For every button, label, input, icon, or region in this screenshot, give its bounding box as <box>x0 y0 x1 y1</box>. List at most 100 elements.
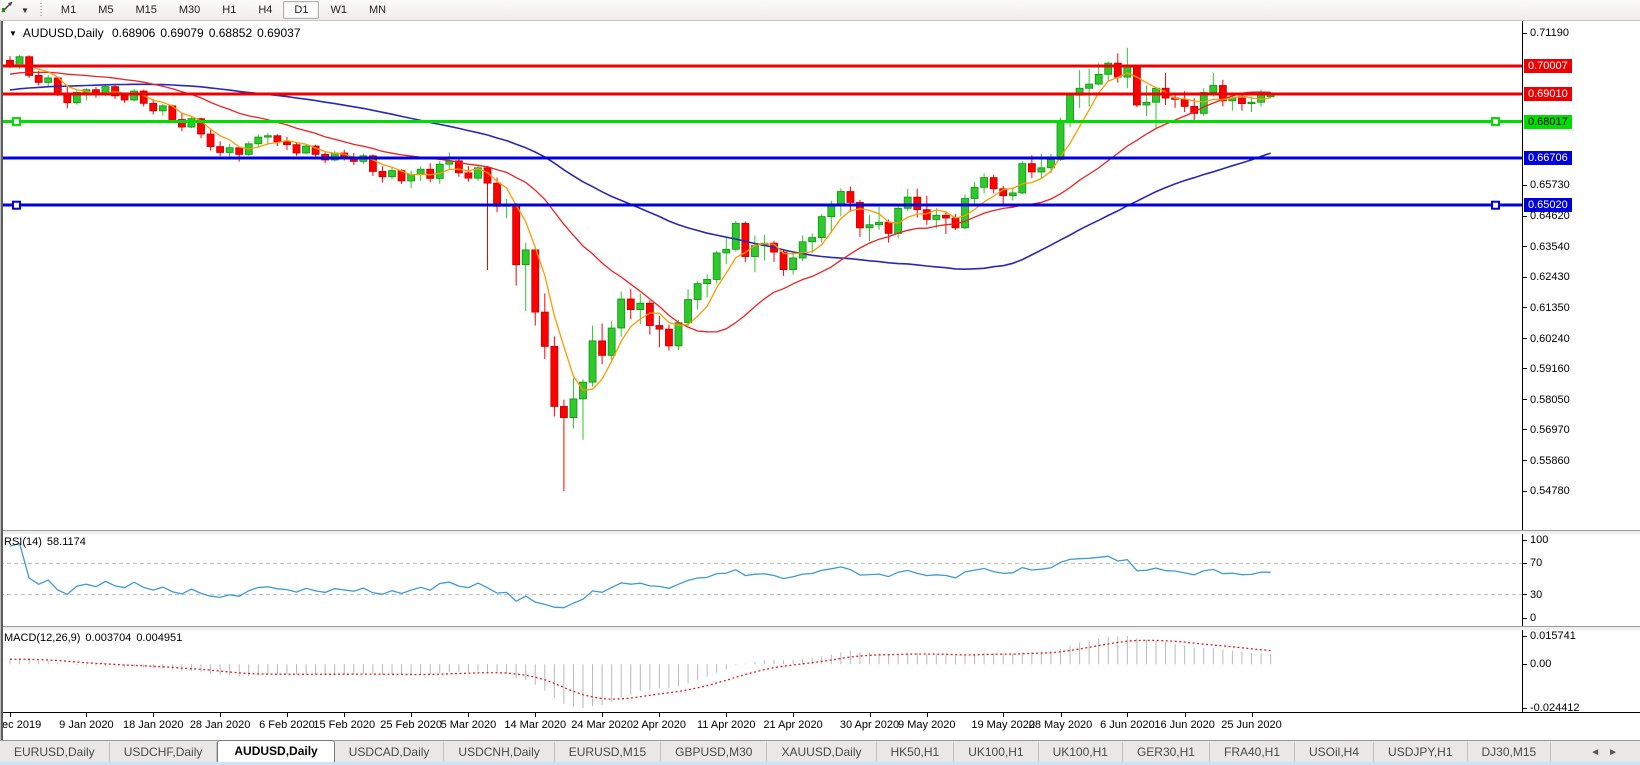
chart-tab-fra40-h1[interactable]: FRA40,H1 <box>1210 742 1296 763</box>
price-axis-tick <box>1523 399 1527 401</box>
chart-tab-dj30-m15[interactable]: DJ30,M15 <box>1468 742 1552 763</box>
price-axis-tick <box>1523 338 1527 340</box>
chart-tab-hk50-h1[interactable]: HK50,H1 <box>877 742 955 763</box>
price-axis-tick <box>1523 276 1527 278</box>
chart-cursor-icon[interactable] <box>1 1 19 17</box>
date-label: 2 Apr 2020 <box>632 719 686 731</box>
rsi-canvas[interactable] <box>0 534 1522 626</box>
date-tick <box>344 713 346 717</box>
price-tag: 0.66706 <box>1524 151 1572 166</box>
price-axis-label: 0.63540 <box>1530 240 1570 253</box>
macd-value-main: 0.003704 <box>85 632 132 644</box>
chart-tab-eurusd-m15[interactable]: EURUSD,M15 <box>555 742 662 763</box>
price-axis-tick <box>1523 429 1527 431</box>
price-axis-label: 0.54780 <box>1530 485 1570 497</box>
chart-tab-xauusd-daily[interactable]: XAUUSD,Daily <box>767 742 877 763</box>
timeframe-button-m5[interactable]: M5 <box>87 1 124 19</box>
chart-tab-eurusd-daily[interactable]: EURUSD,Daily <box>0 742 110 763</box>
price-axis-tick <box>1523 246 1527 247</box>
chart-tab-gbpusd-m30[interactable]: GBPUSD,M30 <box>661 742 768 763</box>
date-label: 25 Feb 2020 <box>380 719 442 731</box>
date-tick <box>1184 713 1186 717</box>
price-axis-tick <box>1523 368 1527 370</box>
date-tick <box>411 713 413 717</box>
rsi-value: 58.1174 <box>46 536 86 548</box>
chart-tab-usoil-h4[interactable]: USOil,H4 <box>1295 742 1375 763</box>
chart-tab-bar: EURUSD,Daily USDCHF,Daily AUDUSD,Daily USDC… <box>0 740 1640 763</box>
chart-tab-audusd-daily[interactable]: AUDUSD,Daily <box>217 740 335 763</box>
timeframe-button-d1[interactable]: D1 <box>283 1 320 19</box>
timeframe-button-w1[interactable]: W1 <box>319 1 358 19</box>
date-tick <box>1127 713 1129 717</box>
macd-axis-label: 0.015741 <box>1530 630 1576 642</box>
macd-value-signal: 0.004951 <box>136 632 183 644</box>
chart-tab-ger30-h1[interactable]: GER30,H1 <box>1123 742 1210 763</box>
price-axis-label: 0.60240 <box>1530 332 1570 345</box>
chart-tab-uk100-h1[interactable]: UK100,H1 <box>954 742 1039 763</box>
horizontal-lines-layer <box>0 64 1522 210</box>
moving-average <box>9 83 1271 271</box>
timeframe-button-h1[interactable]: H1 <box>211 1 247 19</box>
date-label: 9 Jan 2020 <box>59 719 114 731</box>
date-label: 21 Apr 2020 <box>763 719 823 731</box>
price-axis-label: 0.65730 <box>1530 179 1570 192</box>
date-tick <box>535 713 537 717</box>
timeframe-button-m30[interactable]: M30 <box>168 1 211 19</box>
tabs: EURUSD,Daily USDCHF,Daily AUDUSD,Daily USDC… <box>0 740 1552 763</box>
date-axis[interactable]: 31 Dec 2019 9 Jan 2020 18 Jan 2020 28 Jan 2… <box>0 712 1640 741</box>
chart-tab-usdcad-daily[interactable]: USDCAD,Daily <box>335 742 445 763</box>
price-chart-canvas[interactable] <box>0 21 1522 530</box>
date-label: 6 Feb 2020 <box>259 719 315 731</box>
date-label: 16 Jun 2020 <box>1154 719 1215 731</box>
chart-tab-uk100-h1[interactable]: UK100,H1 <box>1039 742 1123 763</box>
price-axis-tick <box>1523 490 1527 492</box>
rsi-axis-label: 70 <box>1530 557 1543 570</box>
toolbar-grip <box>38 3 44 17</box>
timeframe-button-m15[interactable]: M15 <box>124 1 167 19</box>
collapse-triangle-icon[interactable]: ▼ <box>9 29 17 38</box>
moving-average <box>9 63 1271 391</box>
date-label: 5 Mar 2020 <box>440 719 497 731</box>
chart-tab-usdcnh-daily[interactable]: USDCNH,Daily <box>444 742 555 763</box>
price-axis-tick <box>1523 184 1527 186</box>
window-left-border <box>0 21 3 740</box>
tab-scroll-left-icon[interactable]: ◄ <box>1590 747 1608 758</box>
date-label: 6 Jun 2020 <box>1100 719 1155 731</box>
chart-tab-usdchf-daily[interactable]: USDCHF,Daily <box>110 742 218 763</box>
price-axis-label: 0.62430 <box>1530 271 1570 284</box>
chart-tab-usdjpy-h1[interactable]: USDJPY,H1 <box>1374 742 1468 763</box>
rsi-axis-tick <box>1523 539 1527 541</box>
tab-scroll-right-icon[interactable]: ► <box>1608 747 1626 758</box>
chevron-down-icon[interactable]: ▼ <box>21 6 29 15</box>
date-label: 30 Apr 2020 <box>839 719 900 731</box>
date-label: 24 Mar 2020 <box>571 719 633 731</box>
date-tick <box>869 713 871 717</box>
date-tick <box>1003 713 1005 717</box>
date-tick <box>286 713 288 717</box>
top-toolbar: ▼ M1 M5 M15 M30 H1 H4 D1 W1 MN <box>0 0 1640 21</box>
date-tick <box>726 713 728 717</box>
timeframe-button-m1[interactable]: M1 <box>50 1 87 19</box>
moving-average <box>9 71 1271 333</box>
macd-axis-tick <box>1523 707 1527 709</box>
date-tick <box>793 713 795 717</box>
macd-axis-tick <box>1523 635 1527 637</box>
price-tag: 0.69010 <box>1524 86 1572 101</box>
rsi-label: RSI(14) <box>4 536 42 548</box>
rsi-line <box>9 542 1271 609</box>
price-axis[interactable]: 0.71190 0.65730 0.64620 0.63540 0.62430 0.613… <box>1522 21 1640 530</box>
price-axis-label: 0.55860 <box>1530 454 1570 467</box>
date-tick <box>926 713 928 717</box>
timeframe-button-mn[interactable]: MN <box>358 1 397 19</box>
ohlc-low: 0.68852 <box>208 26 253 40</box>
date-tick <box>602 713 604 717</box>
rsi-axis-tick <box>1523 562 1527 564</box>
price-axis-tick <box>1523 460 1527 462</box>
ohlc-high: 0.69079 <box>160 26 204 40</box>
macd-canvas[interactable] <box>0 630 1522 712</box>
price-axis-label: 0.59160 <box>1530 362 1570 375</box>
date-label: 14 Mar 2020 <box>504 719 567 731</box>
date-tick <box>10 713 11 717</box>
macd-axis-label: 0.00 <box>1530 658 1552 671</box>
timeframe-button-h4[interactable]: H4 <box>247 1 283 19</box>
